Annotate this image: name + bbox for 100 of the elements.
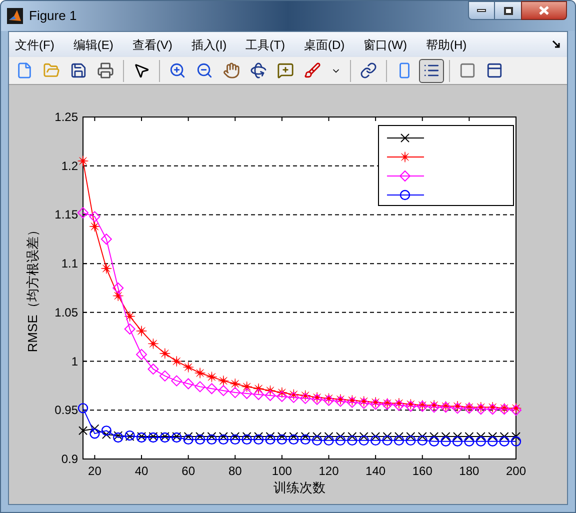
link-icon xyxy=(360,62,377,79)
point xyxy=(218,385,229,396)
point xyxy=(241,381,252,392)
menu-item[interactable]: 编辑(E) xyxy=(73,36,114,54)
point xyxy=(266,432,275,442)
point xyxy=(382,432,392,442)
point xyxy=(359,432,368,442)
point xyxy=(487,436,498,447)
point xyxy=(394,435,404,446)
point xyxy=(136,326,147,336)
point xyxy=(230,378,241,390)
point xyxy=(242,434,252,445)
point xyxy=(218,375,229,386)
point xyxy=(194,381,206,392)
y-tick-label: 1.05 xyxy=(54,305,78,320)
point xyxy=(112,282,124,294)
maximize-button[interactable] xyxy=(495,1,521,20)
point xyxy=(124,324,136,335)
data-cursor-icon xyxy=(277,62,294,79)
point xyxy=(78,403,88,414)
point xyxy=(430,432,439,442)
point xyxy=(114,431,123,440)
x-axis-label: 训练次数 xyxy=(274,480,326,495)
menu-item[interactable]: 查看(V) xyxy=(132,36,172,54)
menu-item[interactable]: 帮助(H) xyxy=(426,36,467,54)
point xyxy=(90,424,100,434)
minimize-icon xyxy=(477,9,486,12)
menu-item[interactable]: 文件(F) xyxy=(15,36,54,54)
point xyxy=(182,378,194,390)
point xyxy=(230,434,240,445)
point xyxy=(289,432,298,442)
point xyxy=(253,434,264,445)
point xyxy=(242,432,252,442)
point xyxy=(230,387,241,398)
point xyxy=(206,434,217,445)
y-tick-label: 0.95 xyxy=(54,403,78,418)
point xyxy=(241,388,252,400)
y-tick-label: 1.25 xyxy=(54,110,78,124)
point xyxy=(324,435,334,446)
point xyxy=(312,432,322,442)
zoom-in-icon xyxy=(169,62,186,79)
point xyxy=(89,221,100,232)
toolbar-button[interactable] xyxy=(419,58,444,82)
point xyxy=(171,375,182,386)
point xyxy=(253,389,264,400)
point xyxy=(500,432,509,442)
y-tick-label: 0.9 xyxy=(61,452,78,466)
save-icon xyxy=(70,62,87,79)
point xyxy=(382,435,392,446)
point xyxy=(358,435,369,446)
point xyxy=(78,156,88,166)
point xyxy=(160,348,170,359)
x-tick-label: 140 xyxy=(366,464,386,478)
menu-item[interactable]: 桌面(D) xyxy=(304,36,345,54)
close-button[interactable] xyxy=(521,1,567,20)
point xyxy=(148,338,159,350)
point xyxy=(300,432,310,442)
point xyxy=(510,436,522,447)
minimize-button[interactable] xyxy=(468,1,495,20)
zoom-out-icon xyxy=(196,62,213,79)
close-icon xyxy=(539,6,549,15)
point xyxy=(113,432,124,443)
point xyxy=(499,436,510,447)
point xyxy=(370,435,381,446)
point xyxy=(476,432,486,442)
menu-item[interactable]: 工具(T) xyxy=(246,36,285,54)
point xyxy=(277,432,286,442)
point xyxy=(452,432,462,442)
point xyxy=(207,432,216,442)
menu-item[interactable]: 窗口(W) xyxy=(364,36,407,54)
point xyxy=(100,234,112,245)
point xyxy=(288,434,299,445)
y-tick-label: 1.1 xyxy=(61,256,78,271)
point xyxy=(90,428,100,439)
printer-icon xyxy=(97,62,114,79)
point xyxy=(78,207,88,218)
point xyxy=(440,436,451,447)
y-tick-label: 1.2 xyxy=(61,158,78,173)
point xyxy=(335,435,346,446)
point xyxy=(476,436,486,447)
y-tick-label: 1.15 xyxy=(54,208,78,222)
menu-item[interactable]: 插入(I) xyxy=(191,36,227,54)
x-tick-label: 200 xyxy=(506,464,526,478)
x-tick-label: 180 xyxy=(459,464,480,478)
dock-arrow-icon[interactable] xyxy=(552,40,561,49)
point xyxy=(184,432,193,442)
point xyxy=(452,436,463,447)
point xyxy=(136,348,148,360)
point xyxy=(276,434,288,445)
x-tick-label: 100 xyxy=(272,464,292,478)
point xyxy=(78,426,88,436)
point xyxy=(171,356,182,367)
point xyxy=(101,426,112,436)
point xyxy=(196,432,205,442)
point xyxy=(265,434,276,445)
point xyxy=(159,370,170,382)
x-tick-label: 20 xyxy=(88,464,102,478)
point xyxy=(102,430,111,440)
point xyxy=(406,432,416,442)
point xyxy=(348,432,357,442)
